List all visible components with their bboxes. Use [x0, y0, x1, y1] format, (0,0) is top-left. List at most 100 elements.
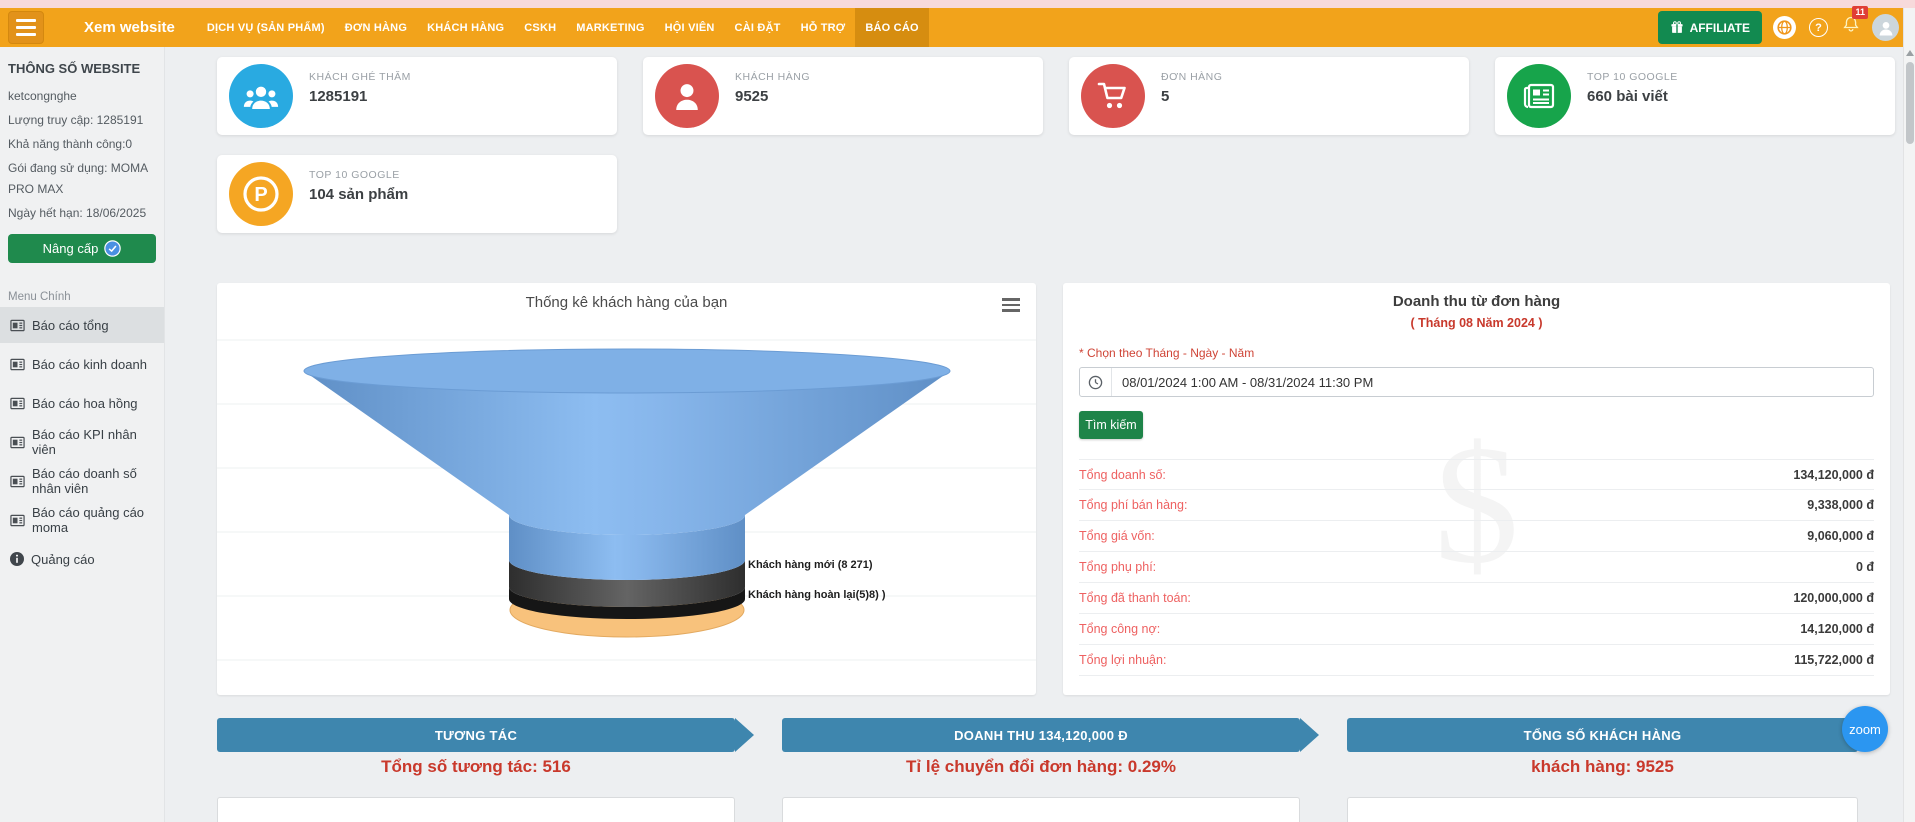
site-name: ketcongnghe — [8, 86, 156, 107]
row-value: 9,060,000 đ — [1807, 529, 1874, 543]
info-icon — [10, 552, 24, 566]
chart-context-menu-icon[interactable] — [1002, 298, 1020, 315]
gift-icon — [1670, 21, 1684, 35]
table-row: Tổng lợi nhuận: 115,722,000 đ — [1079, 645, 1874, 676]
report-icon — [10, 436, 25, 449]
newspaper-icon — [1507, 64, 1571, 128]
hamburger-menu-icon[interactable] — [8, 11, 44, 44]
help-icon[interactable]: ? — [1807, 16, 1830, 39]
nav-item-don-hang[interactable]: ĐƠN HÀNG — [335, 8, 417, 47]
expiry-date: Ngày hết hạn: 18/06/2025 — [8, 203, 156, 224]
current-plan: Gói đang sử dụng: MOMA PRO MAX — [8, 158, 156, 200]
report-icon — [10, 514, 25, 527]
nav-item-cai-dat[interactable]: CÀI ĐẶT — [725, 8, 791, 47]
row-label: Tổng đã thanh toán: — [1079, 591, 1191, 605]
affiliate-button[interactable]: AFFILIATE — [1658, 11, 1762, 44]
upgrade-button[interactable]: Nâng cấp — [8, 234, 156, 263]
cart-icon — [1081, 64, 1145, 128]
nav-item-marketing[interactable]: MARKETING — [566, 8, 654, 47]
affiliate-label: AFFILIATE — [1690, 21, 1750, 35]
report-icon — [10, 475, 25, 488]
sidebar-item-bao-cao-tong[interactable]: Báo cáo tổng — [0, 307, 164, 343]
nav-item-khach-hang[interactable]: KHÁCH HÀNG — [417, 8, 514, 47]
row-value: 115,722,000 đ — [1794, 653, 1874, 667]
caption-interactions: Tổng số tương tác: 516 — [217, 757, 735, 777]
row-label: Tổng doanh số: — [1079, 468, 1166, 482]
banner-revenue: DOANH THU 134,120,000 Đ — [782, 718, 1300, 752]
row-value: 0 đ — [1856, 560, 1874, 574]
stat-card-value: 660 bài viết — [1587, 88, 1668, 105]
funnel-label-new-customers: Khách hàng mới (8 271) — [748, 559, 873, 571]
date-range-picker[interactable] — [1079, 367, 1874, 397]
caption-conversion: Tỉ lệ chuyển đổi đơn hàng: 0.29% — [782, 757, 1300, 777]
navbar-menu: DỊCH VỤ (SẢN PHẨM) ĐƠN HÀNG KHÁCH HÀNG C… — [197, 8, 929, 47]
row-label: Tổng phụ phí: — [1079, 560, 1156, 574]
scrollbar-thumb[interactable] — [1906, 62, 1914, 144]
sidebar-item-quang-cao[interactable]: Quảng cáo — [0, 541, 164, 577]
sidebar-item-bao-cao-kpi[interactable]: Báo cáo KPI nhân viên — [0, 424, 164, 460]
nav-item-dich-vu[interactable]: DỊCH VỤ (SẢN PHẨM) — [197, 8, 335, 47]
table-row: Tổng công nợ: 14,120,000 đ — [1079, 614, 1874, 645]
stat-card-top10-articles[interactable]: TOP 10 GOOGLE 660 bài viết — [1495, 57, 1895, 135]
navbar: Xem website DỊCH VỤ (SẢN PHẨM) ĐƠN HÀNG … — [0, 8, 1915, 47]
funnel-chart-title: Thống kê khách hàng của bạn — [217, 294, 1036, 311]
row-value: 134,120,000 đ — [1793, 468, 1874, 482]
stat-card-value: 1285191 — [309, 88, 367, 105]
table-row: Tổng phụ phí: 0 đ — [1079, 552, 1874, 583]
table-row: Tổng giá vốn:9,060,000 đ — [1079, 521, 1874, 552]
zoom-button[interactable]: zoom — [1842, 706, 1888, 752]
row-label: Tổng công nợ: — [1079, 622, 1160, 636]
nav-item-hoi-vien[interactable]: HỘI VIÊN — [655, 8, 725, 47]
stat-card-top10-products[interactable]: P TOP 10 GOOGLE 104 sản phẩm — [217, 155, 617, 233]
navbar-right: AFFILIATE ? 11 — [1658, 8, 1899, 47]
stat-card-orders[interactable]: ĐƠN HÀNG 5 — [1069, 57, 1469, 135]
banner-total-customers: TỔNG SỐ KHÁCH HÀNG — [1347, 718, 1858, 752]
bottom-panel-customers — [1347, 797, 1858, 822]
stat-card-label: TOP 10 GOOGLE — [309, 169, 400, 181]
sidebar-item-bao-cao-kinh-doanh[interactable]: Báo cáo kinh doanh — [0, 346, 164, 382]
nav-item-bao-cao[interactable]: BÁO CÁO — [855, 8, 928, 47]
revenue-summary-table: Tổng doanh số: 134,120,000 đ Tổng phí bán… — [1079, 459, 1874, 676]
view-website-link[interactable]: Xem website — [84, 19, 175, 36]
banner-interactions: TƯƠNG TÁC — [217, 718, 735, 752]
table-row: Tổng doanh số: 134,120,000 đ — [1079, 459, 1874, 490]
table-row: Tổng phí bán hàng: 9,338,000 đ — [1079, 490, 1874, 521]
scrollbar-up-arrow-icon[interactable] — [1906, 50, 1914, 56]
report-icon — [10, 358, 25, 371]
sidebar: THÔNG SỐ WEBSITE ketcongnghe Lượng truy … — [0, 47, 165, 822]
row-value: 9,338,000 đ — [1807, 498, 1874, 512]
date-range-input[interactable] — [1112, 375, 1873, 390]
stat-card-value: 9525 — [735, 88, 768, 105]
menu-section-title: Menu Chính — [8, 291, 156, 303]
p-badge-icon: P — [229, 162, 293, 226]
top-strip — [0, 0, 1915, 8]
notifications-bell-icon[interactable]: 11 — [1841, 15, 1861, 40]
revenue-title: Doanh thu từ đơn hàng — [1063, 293, 1890, 310]
stat-card-customers[interactable]: KHÁCH HÀNG 9525 — [643, 57, 1043, 135]
caption-customers: khách hàng: 9525 — [1347, 757, 1858, 777]
row-label: Tổng phí bán hàng: — [1079, 498, 1187, 512]
sidebar-item-bao-cao-hoa-hong[interactable]: Báo cáo hoa hồng — [0, 385, 164, 421]
report-icon — [10, 319, 25, 332]
revenue-subtitle: ( Tháng 08 Năm 2024 ) — [1063, 316, 1890, 330]
user-icon — [655, 64, 719, 128]
row-label: Tổng lợi nhuận: — [1079, 653, 1166, 667]
bottom-panel-revenue — [782, 797, 1300, 822]
users-group-icon — [229, 64, 293, 128]
nav-item-cskh[interactable]: CSKH — [514, 8, 566, 47]
success-rate: Khả năng thành công:0 — [8, 134, 156, 155]
stat-card-visitors[interactable]: KHÁCH GHÉ THĂM 1285191 — [217, 57, 617, 135]
sidebar-item-bao-cao-quang-cao-moma[interactable]: Báo cáo quảng cáo moma — [0, 502, 164, 538]
nav-item-ho-tro[interactable]: HỖ TRỢ — [791, 8, 856, 47]
sidebar-item-bao-cao-doanh-so-nhan-vien[interactable]: Báo cáo doanh số nhân viên — [0, 463, 164, 499]
search-button[interactable]: Tìm kiếm — [1079, 411, 1143, 439]
stat-card-label: TOP 10 GOOGLE — [1587, 71, 1678, 83]
page-scrollbar[interactable] — [1903, 8, 1915, 822]
user-avatar[interactable] — [1872, 14, 1899, 41]
svg-text:P: P — [254, 184, 267, 206]
report-icon — [10, 397, 25, 410]
row-value: 14,120,000 đ — [1800, 622, 1874, 636]
date-filter-label: * Chọn theo Tháng - Ngày - Năm — [1079, 346, 1254, 360]
language-globe-icon[interactable] — [1773, 16, 1796, 39]
stat-card-label: ĐƠN HÀNG — [1161, 71, 1222, 83]
